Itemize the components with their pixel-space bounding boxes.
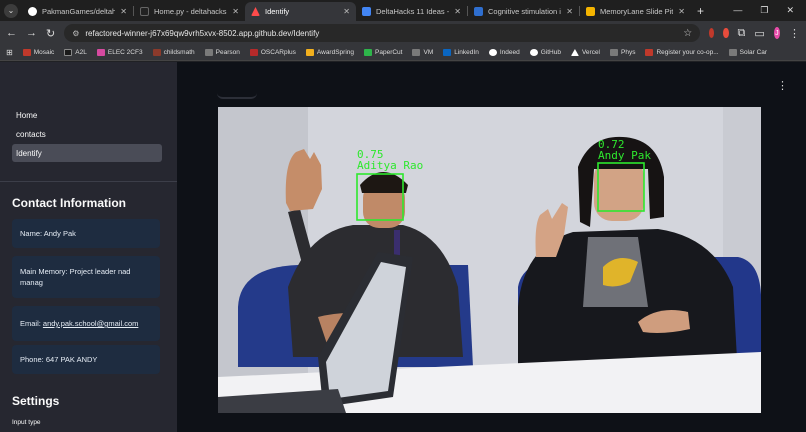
new-tab-button[interactable]: + — [691, 4, 710, 18]
extension-icon[interactable] — [723, 28, 729, 38]
bookmark-item[interactable]: A2L — [64, 49, 87, 56]
file-icon — [140, 7, 149, 16]
forward-icon[interactable]: → — [26, 27, 37, 39]
bookmark-favicon — [64, 49, 73, 56]
settings-heading: Settings — [12, 394, 60, 408]
bookmark-favicon — [96, 49, 105, 56]
close-window-icon[interactable]: ✕ — [786, 5, 794, 16]
browser-tab-active[interactable]: Identify ✕ — [245, 2, 356, 21]
folder-icon — [610, 49, 619, 56]
tab-split-icon[interactable]: ▭ — [754, 27, 764, 40]
bookmark-favicon — [305, 49, 314, 56]
close-icon[interactable]: ✕ — [232, 7, 239, 16]
docs-icon — [362, 7, 371, 16]
browser-toolbar: ← → ↻ ⚙ refactored-winner-j67x69qw9vrh5x… — [0, 21, 806, 45]
folder-icon — [204, 49, 213, 56]
folder-icon — [728, 49, 737, 56]
close-icon[interactable]: ✕ — [566, 7, 573, 16]
bookmark-star-icon[interactable]: ☆ — [683, 28, 692, 39]
browser-tab[interactable]: Home.py - deltahacks11 [Co✕ — [134, 2, 245, 21]
profile-avatar[interactable]: J — [773, 27, 780, 39]
sidebar-nav: Home contacts Identify — [12, 106, 162, 163]
detection-name-left: Aditya Rao — [357, 159, 423, 172]
browser-tab[interactable]: MemoryLane Slide Pitch -✕ — [580, 2, 691, 21]
page-icon — [474, 7, 483, 16]
bookmark-item[interactable]: childsmath — [152, 49, 195, 56]
reload-icon[interactable]: ↻ — [46, 27, 55, 40]
streamlit-app: Home contacts Identify Contact Informati… — [0, 62, 806, 432]
bookmark-item[interactable]: Vercel — [570, 49, 600, 56]
site-info-icon[interactable]: ⚙ — [72, 29, 79, 38]
nav-item-contacts[interactable]: contacts — [12, 125, 162, 143]
sidebar-divider — [0, 181, 177, 182]
bookmark-item[interactable]: LinkedIn — [443, 49, 479, 56]
contact-phone-card: Phone: 647 PAK ANDY — [12, 345, 160, 374]
browser-tab[interactable]: Cognitive stimulation in th✕ — [468, 2, 579, 21]
bookmark-item[interactable]: OSCARplus — [249, 49, 296, 56]
close-icon[interactable]: ✕ — [454, 7, 461, 16]
bookmark-folder[interactable]: Solar Car — [728, 49, 767, 56]
email-link[interactable]: andy.pak.school@gmail.com — [43, 318, 138, 329]
address-bar[interactable]: ⚙ refactored-winner-j67x69qw9vrh5xvx-850… — [64, 24, 701, 42]
camera-frame: 0.75 Aditya Rao 0.72 Andy Pak — [218, 107, 761, 413]
extensions-puzzle-icon[interactable]: ⧉ — [738, 27, 746, 40]
linkedin-icon — [443, 49, 452, 56]
top-element-edge — [217, 91, 257, 99]
bookmark-folder[interactable]: Pearson — [204, 49, 240, 56]
extension-icon[interactable] — [709, 28, 715, 38]
browser-tab[interactable]: PakmanGames/deltahacks11✕ — [22, 2, 133, 21]
tab-search-button[interactable]: ⌄ — [0, 0, 22, 21]
bookmark-favicon — [22, 49, 31, 56]
vercel-icon — [570, 49, 579, 56]
bookmark-item[interactable]: ELEC 2CF3 — [96, 49, 143, 56]
bookmark-item[interactable]: Indeed — [488, 49, 520, 56]
contact-name-card: Name: Andy Pak — [12, 219, 160, 248]
contact-email-card: Email: andy.pak.school@gmail.com — [12, 306, 160, 341]
camera-feed: 0.75 Aditya Rao 0.72 Andy Pak — [218, 107, 761, 413]
nav-item-identify[interactable]: Identify — [12, 144, 162, 162]
apps-grid-icon[interactable]: ⊞ — [6, 48, 13, 57]
browser-menu-icon[interactable]: ⋮ — [789, 27, 800, 40]
bookmark-favicon — [152, 49, 161, 56]
streamlit-icon — [251, 7, 260, 16]
maximize-icon[interactable]: ❐ — [760, 5, 768, 16]
minimize-icon[interactable]: — — [733, 5, 742, 16]
bookmarks-bar: ⊞ Mosaic A2L ELEC 2CF3 childsmath Pearso… — [0, 45, 806, 61]
browser-tab[interactable]: DeltaHacks 11 Ideas - Goo✕ — [356, 2, 467, 21]
detection-name-right: Andy Pak — [598, 149, 651, 162]
back-icon[interactable]: ← — [6, 27, 17, 39]
bookmark-item[interactable]: Mosaic — [22, 49, 54, 56]
bookmark-item[interactable]: GitHub — [529, 49, 561, 56]
bookmark-favicon — [645, 49, 654, 56]
bookmark-item[interactable]: AwardSpring — [305, 49, 354, 56]
wall-shadow — [218, 107, 308, 413]
close-icon[interactable]: ✕ — [343, 7, 350, 16]
bookmark-folder[interactable]: Phys — [610, 49, 635, 56]
github-icon — [529, 49, 538, 56]
main-content: ⋮ 0.75 Aditya Rao 0.72 Andy Pak — [177, 62, 806, 432]
app-menu-icon[interactable]: ⋮ — [777, 79, 788, 92]
close-icon[interactable]: ✕ — [678, 7, 685, 16]
slides-icon — [586, 7, 595, 16]
bookmark-item[interactable]: PaperCut — [364, 49, 402, 56]
nav-item-home[interactable]: Home — [12, 106, 162, 124]
input-type-label: Input type — [12, 419, 41, 426]
bookmark-favicon — [249, 49, 258, 56]
bookmark-item[interactable]: Register your co-op... — [645, 49, 719, 56]
chevron-down-icon: ⌄ — [4, 3, 18, 18]
bookmark-favicon — [364, 49, 373, 56]
bookmark-folder[interactable]: VM — [412, 49, 433, 56]
github-icon — [28, 7, 37, 16]
sidebar: Home contacts Identify Contact Informati… — [0, 62, 177, 432]
indeed-icon — [488, 49, 497, 56]
close-icon[interactable]: ✕ — [120, 7, 127, 16]
contact-memory-card: Main Memory: Project leader nad manag — [12, 256, 160, 298]
contact-heading: Contact Information — [12, 196, 126, 210]
url-text: refactored-winner-j67x69qw9vrh5xvx-8502.… — [85, 28, 320, 38]
browser-tab-strip: ⌄ PakmanGames/deltahacks11✕ Home.py - de… — [0, 0, 806, 21]
folder-icon — [412, 49, 421, 56]
